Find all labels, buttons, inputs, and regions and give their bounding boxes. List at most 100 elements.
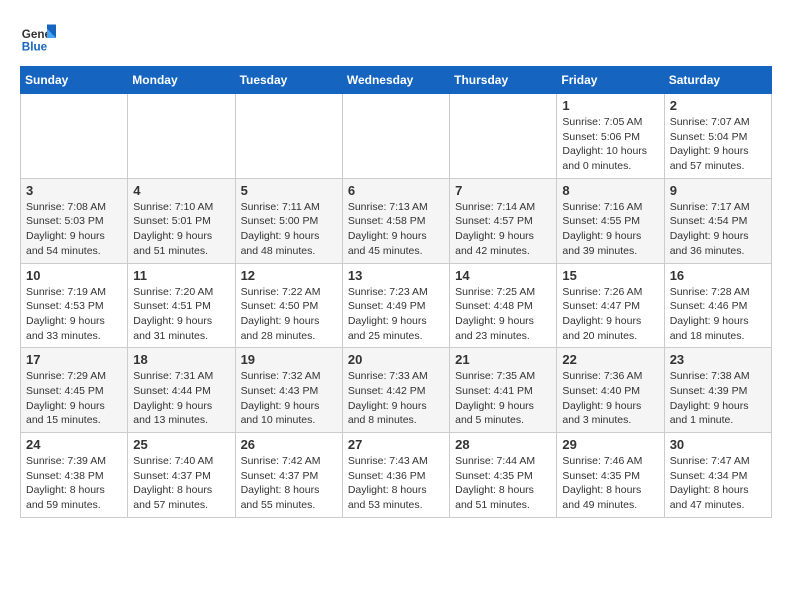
day-number: 2 xyxy=(670,98,766,113)
calendar-cell: 15 Sunrise: 7:26 AMSunset: 4:47 PMDayligh… xyxy=(557,263,664,348)
calendar-cell: 1Sunrise: 7:05 AMSunset: 5:06 PMDaylight… xyxy=(557,94,664,179)
calendar-cell: 18Sunrise: 7:31 AMSunset: 4:44 PMDayligh… xyxy=(128,348,235,433)
day-number: 23 xyxy=(670,352,766,367)
day-number: 13 xyxy=(348,268,444,283)
day-number: 30 xyxy=(670,437,766,452)
calendar-cell: 19 Sunrise: 7:32 AMSunset: 4:43 PMDayligh… xyxy=(235,348,342,433)
day-info: Sunrise: 7:11 AMSunset: 5:00 PMDaylight:… xyxy=(241,200,337,259)
calendar-cell: 2 Sunrise: 7:07 AMSunset: 5:04 PMDaylight… xyxy=(664,94,771,179)
day-number: 9 xyxy=(670,183,766,198)
calendar-cell xyxy=(450,94,557,179)
calendar-cell xyxy=(342,94,449,179)
day-number: 25 xyxy=(133,437,229,452)
calendar-cell: 10 Sunrise: 7:19 AMSunset: 4:53 PMDayligh… xyxy=(21,263,128,348)
calendar-cell: 9 Sunrise: 7:17 AMSunset: 4:54 PMDaylight… xyxy=(664,178,771,263)
day-info: Sunrise: 7:39 AMSunset: 4:38 PMDaylight:… xyxy=(26,454,122,513)
weekday-header: Tuesday xyxy=(235,67,342,94)
weekday-header: Wednesday xyxy=(342,67,449,94)
calendar-week-row: 1Sunrise: 7:05 AMSunset: 5:06 PMDaylight… xyxy=(21,94,772,179)
day-number: 7 xyxy=(455,183,551,198)
day-number: 15 xyxy=(562,268,658,283)
day-info: Sunrise: 7:25 AMSunset: 4:48 PMDaylight:… xyxy=(455,285,551,344)
weekday-header: Monday xyxy=(128,67,235,94)
day-info: Sunrise: 7:08 AMSunset: 5:03 PMDaylight:… xyxy=(26,200,122,259)
calendar-week-row: 10 Sunrise: 7:19 AMSunset: 4:53 PMDayligh… xyxy=(21,263,772,348)
calendar-cell: 12 Sunrise: 7:22 AMSunset: 4:50 PMDayligh… xyxy=(235,263,342,348)
day-info: Sunrise: 7:43 AMSunset: 4:36 PMDaylight:… xyxy=(348,454,444,513)
day-number: 11 xyxy=(133,268,229,283)
day-info: Sunrise: 7:20 AMSunset: 4:51 PMDaylight:… xyxy=(133,285,229,344)
calendar-week-row: 3 Sunrise: 7:08 AMSunset: 5:03 PMDaylight… xyxy=(21,178,772,263)
day-info: Sunrise: 7:14 AMSunset: 4:57 PMDaylight:… xyxy=(455,200,551,259)
calendar-cell: 16 Sunrise: 7:28 AMSunset: 4:46 PMDayligh… xyxy=(664,263,771,348)
day-number: 24 xyxy=(26,437,122,452)
calendar-cell: 30 Sunrise: 7:47 AMSunset: 4:34 PMDayligh… xyxy=(664,433,771,518)
logo-icon: General Blue xyxy=(20,20,56,56)
day-info: Sunrise: 7:17 AMSunset: 4:54 PMDaylight:… xyxy=(670,200,766,259)
weekday-header: Thursday xyxy=(450,67,557,94)
weekday-header: Sunday xyxy=(21,67,128,94)
day-number: 22 xyxy=(562,352,658,367)
day-number: 21 xyxy=(455,352,551,367)
calendar-cell: 21Sunrise: 7:35 AMSunset: 4:41 PMDayligh… xyxy=(450,348,557,433)
day-info: Sunrise: 7:28 AMSunset: 4:46 PMDaylight:… xyxy=(670,285,766,344)
day-info: Sunrise: 7:32 AMSunset: 4:43 PMDaylight:… xyxy=(241,369,337,428)
calendar-week-row: 24 Sunrise: 7:39 AMSunset: 4:38 PMDayligh… xyxy=(21,433,772,518)
weekday-header: Saturday xyxy=(664,67,771,94)
calendar-cell: 7 Sunrise: 7:14 AMSunset: 4:57 PMDaylight… xyxy=(450,178,557,263)
day-info: Sunrise: 7:40 AMSunset: 4:37 PMDaylight:… xyxy=(133,454,229,513)
day-info: Sunrise: 7:19 AMSunset: 4:53 PMDaylight:… xyxy=(26,285,122,344)
day-number: 20 xyxy=(348,352,444,367)
calendar-cell: 8 Sunrise: 7:16 AMSunset: 4:55 PMDaylight… xyxy=(557,178,664,263)
svg-text:Blue: Blue xyxy=(22,41,48,54)
calendar-cell: 14 Sunrise: 7:25 AMSunset: 4:48 PMDayligh… xyxy=(450,263,557,348)
day-info: Sunrise: 7:22 AMSunset: 4:50 PMDaylight:… xyxy=(241,285,337,344)
calendar-cell: 13 Sunrise: 7:23 AMSunset: 4:49 PMDayligh… xyxy=(342,263,449,348)
day-number: 3 xyxy=(26,183,122,198)
calendar-cell: 24 Sunrise: 7:39 AMSunset: 4:38 PMDayligh… xyxy=(21,433,128,518)
calendar-cell: 26 Sunrise: 7:42 AMSunset: 4:37 PMDayligh… xyxy=(235,433,342,518)
day-number: 12 xyxy=(241,268,337,283)
calendar-cell xyxy=(235,94,342,179)
calendar-cell: 4Sunrise: 7:10 AMSunset: 5:01 PMDaylight… xyxy=(128,178,235,263)
day-number: 29 xyxy=(562,437,658,452)
day-info: Sunrise: 7:16 AMSunset: 4:55 PMDaylight:… xyxy=(562,200,658,259)
calendar-cell xyxy=(128,94,235,179)
day-number: 27 xyxy=(348,437,444,452)
calendar-header-row: SundayMondayTuesdayWednesdayThursdayFrid… xyxy=(21,67,772,94)
calendar-body: 1Sunrise: 7:05 AMSunset: 5:06 PMDaylight… xyxy=(21,94,772,518)
day-info: Sunrise: 7:33 AMSunset: 4:42 PMDaylight:… xyxy=(348,369,444,428)
calendar-cell: 22 Sunrise: 7:36 AMSunset: 4:40 PMDayligh… xyxy=(557,348,664,433)
day-info: Sunrise: 7:26 AMSunset: 4:47 PMDaylight:… xyxy=(562,285,658,344)
calendar-cell: 17 Sunrise: 7:29 AMSunset: 4:45 PMDayligh… xyxy=(21,348,128,433)
calendar: SundayMondayTuesdayWednesdayThursdayFrid… xyxy=(20,66,772,518)
day-number: 4 xyxy=(133,183,229,198)
day-number: 17 xyxy=(26,352,122,367)
calendar-cell: 29Sunrise: 7:46 AMSunset: 4:35 PMDayligh… xyxy=(557,433,664,518)
day-info: Sunrise: 7:07 AMSunset: 5:04 PMDaylight:… xyxy=(670,115,766,174)
day-info: Sunrise: 7:05 AMSunset: 5:06 PMDaylight:… xyxy=(562,115,658,174)
calendar-cell: 6Sunrise: 7:13 AMSunset: 4:58 PMDaylight… xyxy=(342,178,449,263)
calendar-cell: 11 Sunrise: 7:20 AMSunset: 4:51 PMDayligh… xyxy=(128,263,235,348)
day-info: Sunrise: 7:42 AMSunset: 4:37 PMDaylight:… xyxy=(241,454,337,513)
calendar-cell: 3 Sunrise: 7:08 AMSunset: 5:03 PMDaylight… xyxy=(21,178,128,263)
day-info: Sunrise: 7:47 AMSunset: 4:34 PMDaylight:… xyxy=(670,454,766,513)
day-info: Sunrise: 7:44 AMSunset: 4:35 PMDaylight:… xyxy=(455,454,551,513)
day-info: Sunrise: 7:29 AMSunset: 4:45 PMDaylight:… xyxy=(26,369,122,428)
day-number: 19 xyxy=(241,352,337,367)
calendar-cell: 28Sunrise: 7:44 AMSunset: 4:35 PMDayligh… xyxy=(450,433,557,518)
calendar-cell: 27 Sunrise: 7:43 AMSunset: 4:36 PMDayligh… xyxy=(342,433,449,518)
day-number: 10 xyxy=(26,268,122,283)
day-info: Sunrise: 7:36 AMSunset: 4:40 PMDaylight:… xyxy=(562,369,658,428)
page-header: General Blue xyxy=(20,20,772,56)
day-info: Sunrise: 7:23 AMSunset: 4:49 PMDaylight:… xyxy=(348,285,444,344)
day-number: 26 xyxy=(241,437,337,452)
day-number: 16 xyxy=(670,268,766,283)
day-number: 14 xyxy=(455,268,551,283)
day-number: 18 xyxy=(133,352,229,367)
calendar-week-row: 17 Sunrise: 7:29 AMSunset: 4:45 PMDayligh… xyxy=(21,348,772,433)
weekday-header: Friday xyxy=(557,67,664,94)
day-info: Sunrise: 7:13 AMSunset: 4:58 PMDaylight:… xyxy=(348,200,444,259)
calendar-cell: 20 Sunrise: 7:33 AMSunset: 4:42 PMDayligh… xyxy=(342,348,449,433)
day-number: 8 xyxy=(562,183,658,198)
